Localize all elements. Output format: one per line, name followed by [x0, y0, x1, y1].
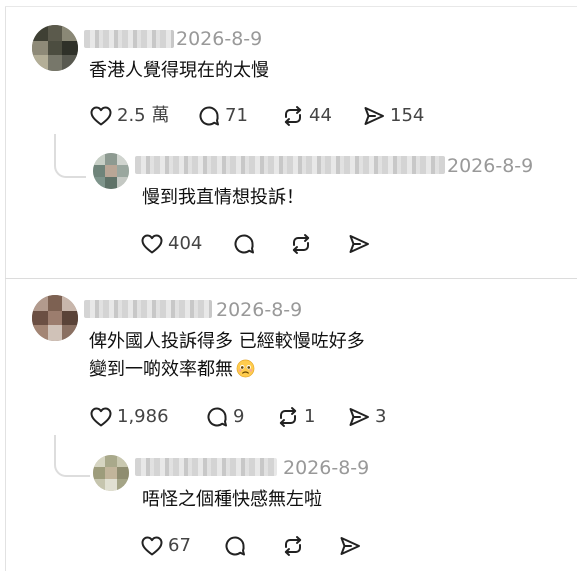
reply-avatar[interactable] [93, 153, 129, 189]
like-count: 2.5 萬 [117, 105, 170, 126]
reply-like-button[interactable]: 404 [140, 231, 202, 257]
reply-like-count: 404 [168, 233, 203, 254]
speech-bubble-icon [197, 104, 221, 128]
speech-bubble-icon [232, 232, 256, 256]
panel-left-border [5, 6, 6, 571]
reply-username-blurred[interactable] [135, 156, 445, 174]
send-icon [362, 104, 386, 128]
share-count: 3 [375, 406, 387, 427]
reply-button[interactable]: 9 [205, 404, 244, 430]
reply-date: 2026-8-9 [283, 457, 370, 479]
repost-icon [281, 104, 305, 128]
speech-bubble-icon [205, 405, 229, 429]
reply-share-button[interactable] [347, 231, 371, 257]
reply-repost-button[interactable] [281, 533, 305, 559]
reply-avatar[interactable] [93, 455, 129, 491]
repost-icon [276, 405, 300, 429]
reply-text: 慢到我直情想投訴！ [142, 187, 304, 208]
heart-icon [89, 104, 113, 128]
comment-date: 2026-8-9 [216, 299, 303, 321]
heart-icon [89, 405, 113, 429]
comment-date: 2026-8-9 [176, 28, 263, 50]
avatar[interactable] [32, 295, 78, 341]
repost-icon [289, 232, 313, 256]
repost-icon [281, 534, 305, 558]
speech-bubble-icon [223, 534, 247, 558]
thread-connector [54, 435, 90, 477]
repost-button[interactable]: 44 [281, 103, 332, 129]
reply-repost-button[interactable] [289, 231, 313, 257]
reply-button[interactable]: 71 [197, 103, 248, 129]
repost-count: 1 [304, 406, 316, 427]
repost-button[interactable]: 1 [276, 404, 315, 430]
comment-text: 香港人覺得現在的太慢 [89, 60, 269, 81]
username-blurred[interactable] [84, 300, 212, 318]
thread-connector [54, 134, 86, 178]
heart-icon [140, 232, 164, 256]
send-icon [338, 534, 362, 558]
comment-text-line2-text: 變到一啲效率都無 [89, 359, 233, 380]
send-icon [347, 405, 371, 429]
reply-count: 9 [233, 406, 245, 427]
reply-like-button[interactable]: 67 [140, 533, 191, 559]
reply-like-count: 67 [168, 535, 191, 556]
comment-divider [5, 278, 577, 279]
reply-date: 2026-8-9 [447, 155, 534, 177]
like-count: 1,986 [117, 406, 169, 427]
reply-text: 唔怪之個種快感無左啦 [142, 489, 322, 510]
reply-reply-button[interactable] [232, 231, 256, 257]
like-button[interactable]: 1,986 [89, 404, 169, 430]
pleading-face-emoji [236, 359, 255, 378]
avatar[interactable] [32, 25, 78, 71]
send-icon [347, 232, 371, 256]
share-button[interactable]: 3 [347, 404, 386, 430]
heart-icon [140, 534, 164, 558]
comment-text-line1: 俾外國人投訴得多 已經較慢咗好多 [89, 331, 365, 352]
reply-username-blurred[interactable] [135, 458, 277, 476]
comment-text-line2: 變到一啲效率都無 [89, 356, 255, 384]
repost-count: 44 [309, 105, 332, 126]
like-button[interactable]: 2.5 萬 [89, 103, 169, 129]
share-button[interactable]: 154 [362, 103, 424, 129]
share-count: 154 [390, 105, 425, 126]
username-blurred[interactable] [84, 30, 174, 48]
reply-reply-button[interactable] [223, 533, 247, 559]
reply-share-button[interactable] [338, 533, 362, 559]
reply-count: 71 [225, 105, 248, 126]
panel-top-border [5, 6, 577, 7]
